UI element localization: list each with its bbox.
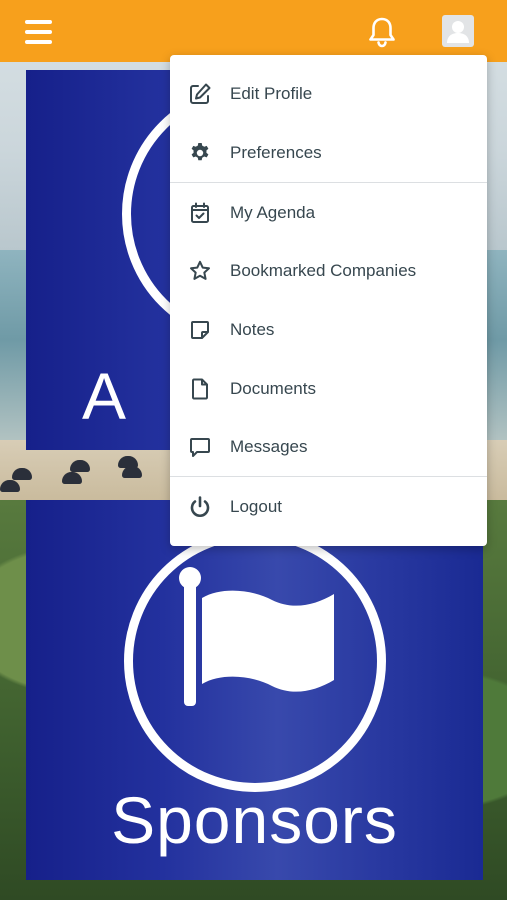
- menu-item-messages[interactable]: Messages: [170, 418, 487, 476]
- calendar-check-icon: [191, 202, 209, 223]
- menu-item-label: Logout: [230, 497, 282, 516]
- edit-icon: [190, 83, 211, 104]
- menu-item-documents[interactable]: Documents: [170, 360, 487, 418]
- menu-item-logout[interactable]: Logout: [170, 478, 487, 536]
- menu-divider: [170, 182, 487, 183]
- menu-item-label: Bookmarked Companies: [230, 261, 417, 280]
- message-icon: [190, 438, 210, 457]
- note-icon: [191, 321, 209, 339]
- document-icon: [192, 378, 208, 400]
- menu-item-label: My Agenda: [230, 203, 316, 222]
- user-avatar-icon[interactable]: [442, 15, 474, 47]
- menu-item-bookmarked-companies[interactable]: Bookmarked Companies: [170, 242, 487, 300]
- menu-item-label: Preferences: [230, 143, 322, 162]
- menu-item-notes[interactable]: Notes: [170, 301, 487, 359]
- tile-label-sponsors: Sponsors: [111, 783, 398, 857]
- menu-item-edit-profile[interactable]: Edit Profile: [170, 65, 487, 123]
- hamburger-icon[interactable]: [25, 20, 53, 44]
- menu-item-label: Messages: [230, 437, 308, 456]
- menu-item-my-agenda[interactable]: My Agenda: [170, 184, 487, 242]
- star-icon: [190, 260, 210, 280]
- menu-item-label: Notes: [230, 320, 275, 339]
- menu-item-label: Documents: [230, 379, 316, 398]
- menu-item-label: Edit Profile: [230, 84, 313, 103]
- app-header: [0, 0, 507, 62]
- menu-item-preferences[interactable]: Preferences: [170, 124, 487, 182]
- bell-icon[interactable]: [368, 16, 396, 48]
- tile-sponsors[interactable]: Sponsors: [26, 500, 483, 880]
- profile-dropdown-menu: Edit Profile Preferences My Agenda Bookm…: [170, 55, 487, 546]
- menu-divider: [170, 476, 487, 477]
- power-icon: [190, 496, 210, 517]
- gear-icon: [191, 143, 209, 161]
- flag-icon: [179, 567, 334, 706]
